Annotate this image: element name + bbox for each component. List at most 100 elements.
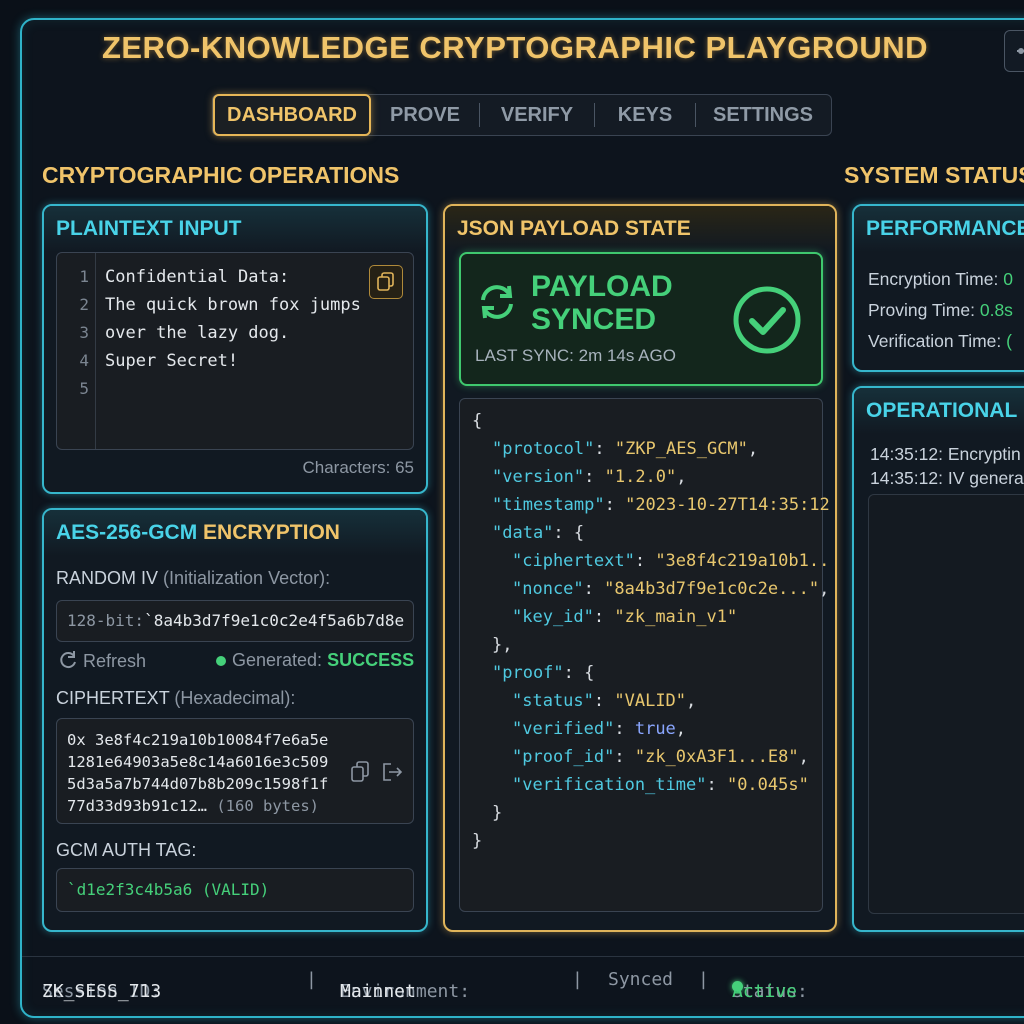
json-key: "status" <box>512 691 594 711</box>
metric-value: 0.8s <box>979 300 1013 320</box>
json-payload-panel: JSON PAYLOAD STATE PAYLOAD SYNCED LAST S… <box>443 204 837 932</box>
character-count: Characters: 65 <box>302 458 415 477</box>
json-line: "data": { <box>492 523 585 543</box>
refresh-label: Refresh <box>83 651 147 671</box>
json-line: } <box>492 803 503 823</box>
json-line: "verified": true, <box>512 719 687 739</box>
json-key: "ciphertext" <box>512 551 635 571</box>
metric-label: Encryption Time: <box>868 269 999 289</box>
json-line: "status": "VALID", <box>512 691 697 711</box>
metric-value: ( <box>1006 331 1012 351</box>
status-dot-icon <box>732 981 743 992</box>
tab-settings[interactable]: SETTINGS <box>696 95 830 135</box>
json-line: "nonce": "8a4b3d7f9e1c0c2e...", <box>512 579 830 599</box>
gcm-tag-label: GCM AUTH TAG: <box>56 840 197 860</box>
json-line: } <box>472 831 483 851</box>
log-panel-title: OPERATIONAL L <box>854 388 1024 434</box>
ciphertext-field[interactable]: 0x 3e8f4c219a10b10084f7e6a5e 1281e64903a… <box>56 718 414 824</box>
menu-icon <box>1017 48 1024 54</box>
iv-value: `8a4b3d7f9e1c0c2e4f5a6b7d8e <box>144 611 405 630</box>
copy-ciphertext-button[interactable] <box>351 761 371 787</box>
json-line: "proof_id": "zk_0xA3F1...E8", <box>512 747 809 767</box>
json-key: "version" <box>492 467 585 487</box>
json-value: "8a4b3d7f9e1c0c2e..." <box>604 579 820 599</box>
ciphertext-label-sub: (Hexadecimal): <box>169 688 296 708</box>
line-number: 1 <box>79 267 89 286</box>
json-line: "proof": { <box>492 663 595 683</box>
log-entry: 14:35:12: IV genera <box>870 468 1024 488</box>
tab-verify[interactable]: VERIFY <box>480 95 594 135</box>
json-value: "ZKP_AES_GCM" <box>614 439 748 459</box>
last-sync-time: LAST SYNC: 2m 14s AGO <box>475 346 676 365</box>
json-viewer[interactable]: { "protocol": "ZKP_AES_GCM", "version": … <box>459 398 830 912</box>
performance-metrics: Encryption Time: 0 Proving Time: 0.8s Ve… <box>868 264 1013 357</box>
copy-plaintext-button[interactable] <box>369 265 403 299</box>
line-number: 4 <box>79 351 89 370</box>
plaintext-panel-title: PLAINTEXT INPUT <box>44 206 426 252</box>
gcm-tag-value: `d1e2f3c4b5a6 (VALID) <box>67 880 270 899</box>
tab-keys[interactable]: KEYS <box>595 95 695 135</box>
plaintext-line: Confidential Data: <box>105 267 290 287</box>
status-separator: | <box>698 969 709 990</box>
json-key: "data" <box>492 523 554 543</box>
line-number: 5 <box>79 379 89 398</box>
iv-field[interactable]: 128-bit:`8a4b3d7f9e1c0c2e4f5a6b7d8e <box>56 600 414 642</box>
section-title-system-status: SYSTEM STATUS <box>844 162 1024 188</box>
metric-verification-time: Verification Time: ( <box>868 326 1013 357</box>
json-line: "version": "1.2.0", <box>492 467 687 487</box>
copy-icon <box>351 761 369 782</box>
json-line: "verification_time": "0.045s" <box>512 775 809 795</box>
ciphertext-label-main: CIPHERTEXT <box>56 688 170 708</box>
session-value: ZK_SESS_713 <box>42 981 162 1002</box>
json-key: "verification_time" <box>512 775 707 795</box>
json-key: "proof_id" <box>512 747 615 767</box>
json-key: "proof" <box>492 663 564 683</box>
sync-icon <box>481 285 513 319</box>
log-viewer[interactable] <box>868 494 1024 914</box>
sync-status-line: PAYLOAD <box>531 270 673 303</box>
ciphertext-line: 77d33d93b91c12… <box>67 797 207 815</box>
sync-indicator: Synced <box>608 969 674 990</box>
ciphertext-label: CIPHERTEXT (Hexadecimal): <box>56 688 295 709</box>
line-number: 3 <box>79 323 89 342</box>
plaintext-editor[interactable]: 1 2 3 4 5 Confidential Data: The quick b… <box>56 252 414 450</box>
check-circle-icon <box>733 286 801 354</box>
aes-encryption-panel: AES-256-GCM ENCRYPTION RANDOM IV (Initia… <box>42 508 428 932</box>
main-tab-bar: DASHBOARD PROVE VERIFY KEYS SETTINGS <box>212 93 832 136</box>
iv-label: RANDOM IV (Initialization Vector): <box>56 568 330 589</box>
iv-label-sub: (Initialization Vector): <box>158 568 331 588</box>
app-title: ZERO-KNOWLEDGE CRYPTOGRAPHIC PLAYGROUND <box>101 30 929 65</box>
sync-status-card: PAYLOAD SYNCED LAST SYNC: 2m 14s AGO <box>459 252 823 386</box>
json-line: { <box>472 411 483 431</box>
gcm-tag-field[interactable]: `d1e2f3c4b5a6 (VALID) <box>56 868 414 912</box>
metric-encryption-time: Encryption Time: 0 <box>868 264 1013 295</box>
json-value: "1.2.0" <box>604 467 677 487</box>
window-menu-button[interactable] <box>1004 30 1024 72</box>
log-entries: 14:35:12: Encryptin 14:35:12: IV genera <box>870 442 1024 490</box>
metric-label: Verification Time: <box>868 331 1002 351</box>
export-icon <box>383 763 403 781</box>
metric-label: Proving Time: <box>868 300 975 320</box>
ciphertext-line: 5d3a5a7b744d07b8b209c1598f1f <box>67 775 329 793</box>
sync-status-line: SYNCED <box>531 303 657 336</box>
ciphertext-line: 0x 3e8f4c219a10b10084f7e6a5e <box>67 731 329 749</box>
aes-panel-title: AES-256-GCM ENCRYPTION <box>44 510 426 556</box>
export-ciphertext-button[interactable] <box>381 761 403 787</box>
ciphertext-line: 1281e64903a5e8c14a6016e3c509 <box>67 753 329 771</box>
line-number-gutter: 1 2 3 4 5 <box>57 253 96 449</box>
json-panel-title: JSON PAYLOAD STATE <box>445 206 835 252</box>
performance-panel: PERFORMANCE Encryption Time: 0 Proving T… <box>852 204 1024 372</box>
metric-proving-time: Proving Time: 0.8s <box>868 295 1013 326</box>
status-separator: | <box>306 969 317 990</box>
section-title-operations: CRYPTOGRAPHIC OPERATIONS <box>42 162 400 188</box>
tab-prove[interactable]: PROVE <box>371 95 479 135</box>
refresh-iv-button[interactable]: Refresh <box>58 650 146 672</box>
tab-dashboard[interactable]: DASHBOARD <box>213 93 371 136</box>
status-bar: Session ID: ZK_SESS_713 | Environment: M… <box>22 956 1024 1005</box>
generated-value: SUCCESS <box>327 650 415 670</box>
iv-label-main: RANDOM IV <box>56 568 159 588</box>
ciphertext-value: 0x 3e8f4c219a10b10084f7e6a5e 1281e64903a… <box>67 729 328 817</box>
metric-value: 0 <box>1003 269 1013 289</box>
log-entry: 14:35:12: Encryptin <box>870 444 1021 464</box>
performance-panel-title: PERFORMANCE <box>854 206 1024 252</box>
